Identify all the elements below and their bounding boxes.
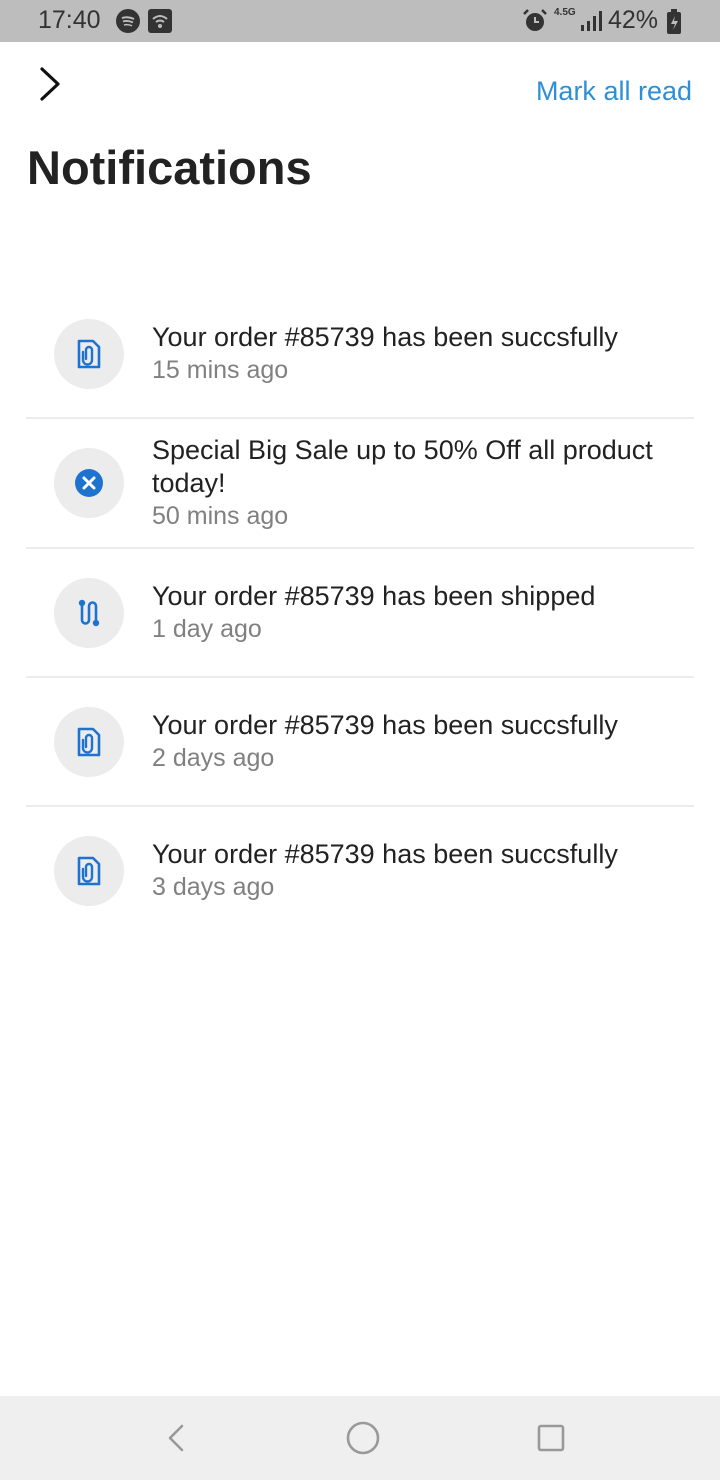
notification-title: Your order #85739 has been succsfully xyxy=(152,322,618,352)
notification-item[interactable]: Special Big Sale up to 50% Off all produ… xyxy=(26,419,694,549)
recents-square-icon xyxy=(536,1424,566,1460)
notification-title: Your order #85739 has been succsfully xyxy=(152,710,618,740)
signal-icon xyxy=(580,9,602,40)
status-time: 17:40 xyxy=(38,6,101,34)
nav-recents-button[interactable] xyxy=(536,1420,566,1461)
page-title: Notifications xyxy=(27,141,312,194)
order-paperclip-icon xyxy=(54,706,124,777)
home-circle-icon xyxy=(345,1421,381,1460)
chevron-right-icon xyxy=(38,66,62,107)
notification-item[interactable]: Your order #85739 has been succsfully 2 … xyxy=(26,678,694,807)
status-bar: 17:40 4.5G 42% xyxy=(0,0,720,42)
notification-time: 1 day ago xyxy=(152,615,262,643)
order-paperclip-icon xyxy=(54,318,124,389)
shipping-route-icon xyxy=(54,577,124,648)
notification-time: 2 days ago xyxy=(152,744,275,772)
notification-item[interactable]: Your order #85739 has been shipped 1 day… xyxy=(26,549,694,678)
notification-item[interactable]: Your order #85739 has been succsfully 15… xyxy=(26,290,694,419)
notification-list: Your order #85739 has been succsfully 15… xyxy=(26,290,694,934)
mark-all-read-button[interactable]: Mark all read xyxy=(536,76,692,107)
notification-title: Special Big Sale up to 50% Off all produ… xyxy=(152,435,653,498)
notification-title: Your order #85739 has been succsfully xyxy=(152,839,618,869)
network-type: 4.5G xyxy=(554,7,576,18)
alarm-icon xyxy=(522,9,548,40)
nav-back-button[interactable] xyxy=(164,1420,188,1461)
chevron-left-icon xyxy=(164,1424,188,1460)
battery-percent: 42% xyxy=(607,6,658,34)
back-button[interactable] xyxy=(30,62,70,110)
order-paperclip-icon xyxy=(54,835,124,906)
system-nav-bar xyxy=(0,1396,720,1480)
notification-title: Your order #85739 has been shipped xyxy=(152,581,596,611)
spotify-icon xyxy=(116,9,140,40)
battery-icon xyxy=(666,9,682,42)
wifi-icon xyxy=(148,9,172,40)
notification-item[interactable]: Your order #85739 has been succsfully 3 … xyxy=(26,807,694,934)
notification-time: 3 days ago xyxy=(152,873,275,901)
notification-time: 50 mins ago xyxy=(152,502,289,530)
nav-home-button[interactable] xyxy=(345,1420,381,1461)
cancel-circle-icon xyxy=(54,448,124,518)
notification-time: 15 mins ago xyxy=(152,356,289,384)
